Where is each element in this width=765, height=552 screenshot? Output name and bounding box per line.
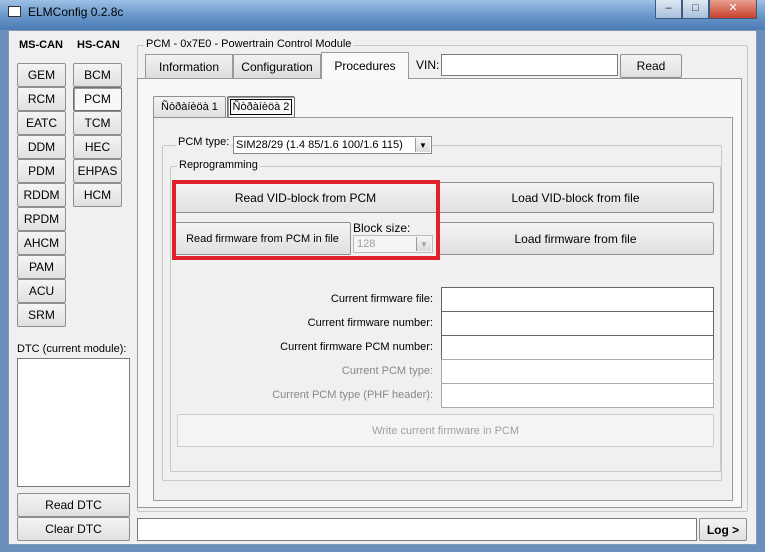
field-input xyxy=(441,359,714,384)
subtab-page-1[interactable]: Ñòðàíèöà 1 xyxy=(153,96,226,118)
close-button[interactable]: ✕ xyxy=(709,0,757,19)
field-label: Current firmware number: xyxy=(307,317,433,329)
pcm-type-value: SIM28/29 (1.4 85/1.6 100/1.6 115) xyxy=(236,139,403,151)
vin-label: VIN: xyxy=(416,58,440,72)
module-button-ahcm[interactable]: AHCM xyxy=(17,231,66,255)
pcm-type-label: PCM type: xyxy=(176,136,232,148)
chevron-down-icon[interactable]: ▼ xyxy=(415,138,430,152)
field-input[interactable] xyxy=(441,335,714,360)
dtc-list[interactable] xyxy=(17,358,130,487)
dtc-label: DTC (current module): xyxy=(17,343,127,355)
vin-input[interactable] xyxy=(441,54,618,76)
write-firmware-button[interactable]: Write current firmware in PCM xyxy=(177,414,714,447)
module-button-rpdm[interactable]: RPDM xyxy=(17,207,66,231)
field-input[interactable] xyxy=(441,311,714,336)
tab-configuration[interactable]: Configuration xyxy=(233,54,321,78)
load-vid-block-button[interactable]: Load VID-block from file xyxy=(437,182,714,213)
module-button-pcm[interactable]: PCM xyxy=(73,87,122,111)
module-button-ehpas[interactable]: EHPAS xyxy=(73,159,122,183)
hs-can-label: HS-CAN xyxy=(77,39,120,51)
module-button-rddm[interactable]: RDDM xyxy=(17,183,66,207)
module-button-tcm[interactable]: TCM xyxy=(73,111,122,135)
status-input[interactable] xyxy=(137,518,697,541)
module-button-gem[interactable]: GEM xyxy=(17,63,66,87)
field-input[interactable] xyxy=(441,287,714,312)
ms-can-label: MS-CAN xyxy=(19,39,63,51)
module-button-pam[interactable]: PAM xyxy=(17,255,66,279)
field-input xyxy=(441,383,714,408)
pcm-type-select[interactable]: SIM28/29 (1.4 85/1.6 100/1.6 115) ▼ xyxy=(233,136,432,154)
minimize-button[interactable]: – xyxy=(655,0,682,19)
module-button-pdm[interactable]: PDM xyxy=(17,159,66,183)
module-title: PCM - 0x7E0 - Powertrain Control Module xyxy=(144,38,354,50)
log-button[interactable]: Log > xyxy=(699,518,747,541)
field-label: Current PCM type (PHF header): xyxy=(272,389,433,401)
tab-procedures[interactable]: Procedures xyxy=(321,52,409,79)
clear-dtc-button[interactable]: Clear DTC xyxy=(17,517,130,541)
read-vin-button[interactable]: Read xyxy=(620,54,682,78)
field-label: Current firmware PCM number: xyxy=(280,341,433,353)
read-dtc-button[interactable]: Read DTC xyxy=(17,493,130,517)
module-button-hec[interactable]: HEC xyxy=(73,135,122,159)
reprogramming-label: Reprogramming xyxy=(177,159,260,171)
module-button-bcm[interactable]: BCM xyxy=(73,63,122,87)
window-title: ELMConfig 0.2.8c xyxy=(28,5,124,19)
field-label: Current PCM type: xyxy=(341,365,433,377)
highlight-box xyxy=(172,180,440,260)
field-label: Current firmware file: xyxy=(330,293,433,305)
module-button-acu[interactable]: ACU xyxy=(17,279,66,303)
app-icon xyxy=(8,6,21,17)
maximize-button[interactable]: □ xyxy=(682,0,709,19)
module-button-ddm[interactable]: DDM xyxy=(17,135,66,159)
module-button-eatc[interactable]: EATC xyxy=(17,111,66,135)
tab-information[interactable]: Information xyxy=(145,54,233,78)
subtab-page-2[interactable]: Ñòðàíèöà 2 xyxy=(227,96,295,118)
load-firmware-button[interactable]: Load firmware from file xyxy=(437,222,714,255)
module-button-srm[interactable]: SRM xyxy=(17,303,66,327)
module-button-rcm[interactable]: RCM xyxy=(17,87,66,111)
module-button-hcm[interactable]: HCM xyxy=(73,183,122,207)
